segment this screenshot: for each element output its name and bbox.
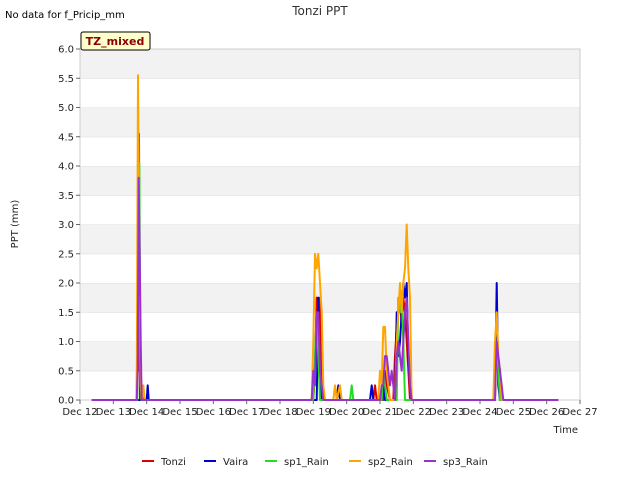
x-tick-label: Dec 16 bbox=[196, 407, 231, 418]
x-axis-label: Time bbox=[553, 425, 578, 436]
y-tick-label: 0.0 bbox=[58, 396, 74, 407]
legend-label: sp2_Rain bbox=[368, 457, 413, 468]
x-tick-label: Dec 24 bbox=[462, 407, 497, 418]
x-tick-label: Dec 27 bbox=[562, 407, 597, 418]
y-tick-label: 2.0 bbox=[58, 279, 74, 290]
tz-badge: TZ_mixed bbox=[80, 31, 151, 51]
legend: Tonzi Vaira sp1_Rain sp2_Rain sp3_Rain bbox=[142, 457, 488, 468]
grid-band bbox=[80, 107, 580, 137]
tz-badge-label: TZ_mixed bbox=[86, 35, 145, 48]
y-axis-ticks: 0.0 0.5 1.0 1.5 2.0 2.5 3.0 3.5 4.0 4.5 5.0 5.5 6.0 bbox=[58, 45, 80, 407]
x-tick-label: Dec 17 bbox=[229, 407, 264, 418]
x-tick-label: Dec 26 bbox=[529, 407, 564, 418]
grid-band bbox=[80, 253, 580, 283]
y-axis-label: PPT (mm) bbox=[10, 200, 21, 249]
y-tick-label: 4.5 bbox=[58, 132, 74, 143]
x-tick-label: Dec 19 bbox=[296, 407, 331, 418]
y-tick-label: 0.5 bbox=[58, 366, 74, 377]
grid-band bbox=[80, 283, 580, 313]
legend-label: sp3_Rain bbox=[443, 457, 488, 468]
y-tick-label: 3.0 bbox=[58, 220, 74, 231]
y-tick-label: 6.0 bbox=[58, 45, 74, 56]
x-tick-label: Dec 13 bbox=[96, 407, 131, 418]
grid-band bbox=[80, 224, 580, 254]
y-tick-label: 1.5 bbox=[58, 308, 74, 319]
x-tick-label: Dec 22 bbox=[396, 407, 431, 418]
y-tick-label: 5.0 bbox=[58, 103, 74, 114]
x-axis-ticks: Dec 12Dec 13Dec 14Dec 15Dec 16Dec 17Dec … bbox=[62, 400, 598, 418]
plot-bands bbox=[80, 48, 580, 400]
grid-band bbox=[80, 49, 580, 79]
grid-band bbox=[80, 166, 580, 196]
grid-band bbox=[80, 341, 580, 371]
y-tick-label: 4.0 bbox=[58, 162, 74, 173]
x-tick-label: Dec 20 bbox=[329, 407, 364, 418]
y-tick-label: 3.5 bbox=[58, 191, 74, 202]
chart-title: Tonzi PPT bbox=[291, 4, 348, 18]
x-tick-label: Dec 25 bbox=[496, 407, 531, 418]
grid-band bbox=[80, 195, 580, 225]
grid-band bbox=[80, 136, 580, 166]
x-tick-label: Dec 18 bbox=[262, 407, 297, 418]
legend-label: sp1_Rain bbox=[284, 457, 329, 468]
y-tick-label: 1.0 bbox=[58, 337, 74, 348]
legend-label: Tonzi bbox=[160, 457, 186, 468]
no-data-note: No data for f_Pricip_mm bbox=[5, 10, 125, 21]
x-tick-label: Dec 14 bbox=[129, 407, 164, 418]
grid-band bbox=[80, 370, 580, 400]
y-tick-label: 2.5 bbox=[58, 249, 74, 260]
grid-band bbox=[80, 312, 580, 342]
grid-band bbox=[80, 78, 580, 108]
x-tick-label: Dec 21 bbox=[362, 407, 397, 418]
y-tick-label: 5.5 bbox=[58, 74, 74, 85]
x-tick-label: Dec 15 bbox=[162, 407, 197, 418]
x-tick-label: Dec 23 bbox=[429, 407, 464, 418]
x-tick-label: Dec 12 bbox=[62, 407, 97, 418]
legend-label: Vaira bbox=[223, 457, 248, 468]
ppt-chart: No data for f_Pricip_mm Tonzi PPT 0.0 0.5… bbox=[5, 4, 598, 468]
